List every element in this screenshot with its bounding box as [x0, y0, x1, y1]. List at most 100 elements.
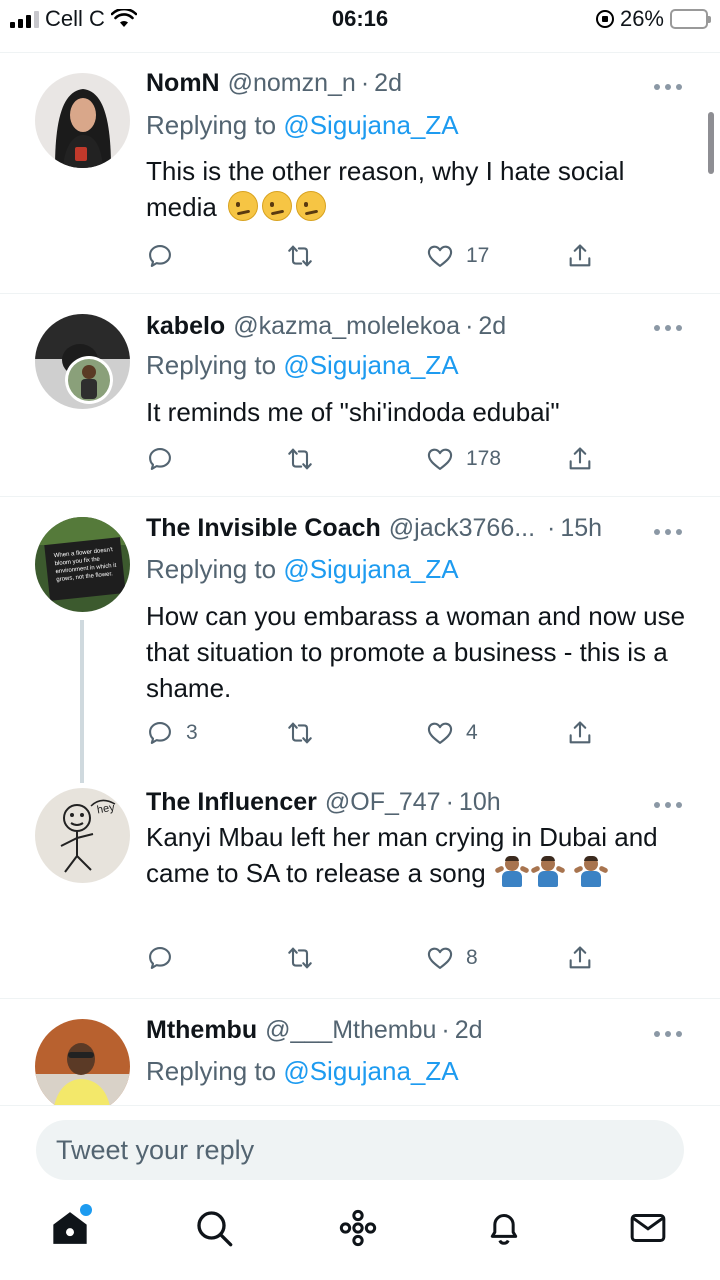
handle[interactable]: @OF_747 [325, 788, 441, 817]
tweet-body: This is the other reason, why I hate soc… [146, 156, 625, 222]
reply-icon [149, 947, 171, 969]
timestamp[interactable]: 2d [455, 1016, 483, 1045]
retweet-button[interactable] [286, 239, 326, 273]
tweet[interactable]: NomN @nomzn_n · 2d Replying to @Sigujana… [0, 53, 720, 294]
timestamp[interactable]: 2d [374, 69, 402, 98]
tweet-actions: 178 [146, 442, 606, 476]
tweet-actions: 17 [146, 239, 606, 273]
separator-dot: · [441, 1016, 450, 1044]
tweet[interactable]: Mthembu @___Mthembu · 2d Replying to @Si… [0, 999, 720, 1105]
woozy-face-icon [296, 191, 327, 221]
display-name[interactable]: The Invisible Coach [146, 514, 381, 543]
spaces-icon [339, 1209, 377, 1247]
spaces-tab[interactable] [338, 1208, 382, 1252]
replying-prefix: Replying to [146, 110, 277, 140]
reply-icon [149, 448, 171, 470]
reply-button[interactable] [146, 239, 186, 273]
more-options-icon[interactable] [654, 527, 682, 537]
tweet-header: kabelo @kazma_molelekoa · 2d [146, 312, 650, 346]
retweet-button[interactable] [286, 716, 326, 750]
avatar[interactable] [35, 1019, 130, 1105]
avatar[interactable]: When a flower doesn't bloom you fix the … [35, 517, 130, 612]
share-button[interactable] [566, 239, 594, 273]
timestamp[interactable]: 10h [459, 788, 501, 817]
share-icon [569, 447, 591, 470]
replying-prefix: Replying to [146, 554, 277, 584]
replying-to: Replying to @Sigujana_ZA [146, 1056, 459, 1087]
like-count: 4 [466, 721, 478, 744]
battery-icon [670, 9, 711, 29]
like-button[interactable]: 8 [426, 941, 478, 975]
search-tab[interactable] [194, 1208, 238, 1252]
timestamp[interactable]: 2d [478, 312, 506, 341]
share-button[interactable] [566, 941, 594, 975]
person-shrugging-icon [573, 856, 609, 887]
avatar[interactable]: hey [35, 788, 130, 883]
reply-button[interactable]: 3 [146, 716, 198, 750]
orientation-lock-icon [595, 10, 614, 28]
avatar-caption: When a flower doesn't bloom you fix the … [53, 547, 117, 584]
tweet-text: This is the other reason, why I hate soc… [146, 153, 686, 225]
tweet-actions: 3 4 [146, 716, 606, 750]
mention-link[interactable]: @Sigujana_ZA [283, 1056, 458, 1086]
mention-link[interactable]: @Sigujana_ZA [283, 110, 458, 140]
retweet-icon [288, 245, 312, 267]
handle[interactable]: @___Mthembu [265, 1016, 436, 1045]
messages-tab[interactable] [628, 1208, 672, 1252]
tweet-header: The Influencer @OF_747 · 10h [146, 788, 650, 822]
retweet-icon [288, 947, 312, 969]
tweet-text: It reminds me of "shi'indoda edubai" [146, 394, 686, 430]
handle[interactable]: @jack3766... [389, 514, 535, 543]
separator-dot: · [465, 312, 474, 340]
replying-to: Replying to @Sigujana_ZA [146, 110, 459, 141]
share-icon [569, 946, 591, 969]
more-options-icon[interactable] [654, 82, 682, 92]
separator-dot: · [540, 514, 556, 542]
tweet-text: Kanyi Mbau left her man crying in Dubai … [146, 819, 686, 891]
more-options-icon[interactable] [654, 1029, 682, 1039]
reply-thread: When a flower doesn't bloom you fix the … [0, 497, 720, 999]
status-bar: Cell C 06:16 26% [0, 0, 720, 40]
retweet-icon [288, 722, 312, 744]
thread-line [80, 620, 84, 783]
like-button[interactable]: 4 [426, 716, 478, 750]
avatar[interactable] [35, 314, 130, 409]
display-name[interactable]: Mthembu [146, 1016, 257, 1045]
reply-button[interactable] [146, 941, 186, 975]
replying-prefix: Replying to [146, 350, 277, 380]
scrollbar[interactable] [708, 112, 714, 174]
retweet-button[interactable] [286, 442, 326, 476]
heart-icon [427, 245, 453, 267]
replies-feed[interactable]: NomN @nomzn_n · 2d Replying to @Sigujana… [0, 52, 720, 1105]
handle[interactable]: @nomzn_n [228, 69, 356, 98]
tweet[interactable]: kabelo @kazma_molelekoa · 2d Replying to… [0, 294, 720, 497]
reply-composer-area: Tweet your reply [0, 1105, 720, 1180]
display-name[interactable]: kabelo [146, 312, 225, 341]
tweet-body: How can you embarass a woman and now use… [146, 601, 686, 703]
timestamp[interactable]: 15h [560, 514, 602, 543]
like-button[interactable]: 17 [426, 239, 489, 273]
notifications-tab[interactable] [484, 1208, 528, 1252]
separator-dot: · [360, 69, 370, 97]
share-button[interactable] [566, 442, 594, 476]
like-count: 17 [466, 244, 490, 267]
more-options-icon[interactable] [654, 800, 682, 810]
replying-to: Replying to @Sigujana_ZA [146, 554, 459, 585]
handle[interactable]: @kazma_molelekoa [233, 312, 460, 341]
like-count: 178 [466, 447, 502, 470]
like-button[interactable]: 178 [426, 442, 501, 476]
more-options-icon[interactable] [654, 323, 682, 333]
avatar[interactable] [35, 73, 130, 168]
share-button[interactable] [566, 716, 594, 750]
new-content-dot [80, 1204, 92, 1216]
mention-link[interactable]: @Sigujana_ZA [283, 350, 458, 380]
mention-link[interactable]: @Sigujana_ZA [283, 554, 458, 584]
tweet-header: Mthembu @___Mthembu · 2d [146, 1016, 650, 1050]
display-name[interactable]: NomN [146, 69, 220, 98]
reply-count: 3 [186, 721, 198, 744]
retweet-button[interactable] [286, 941, 326, 975]
retweet-icon [288, 448, 312, 470]
reply-input[interactable]: Tweet your reply [36, 1120, 684, 1180]
display-name[interactable]: The Influencer [146, 788, 317, 817]
reply-button[interactable] [146, 442, 186, 476]
